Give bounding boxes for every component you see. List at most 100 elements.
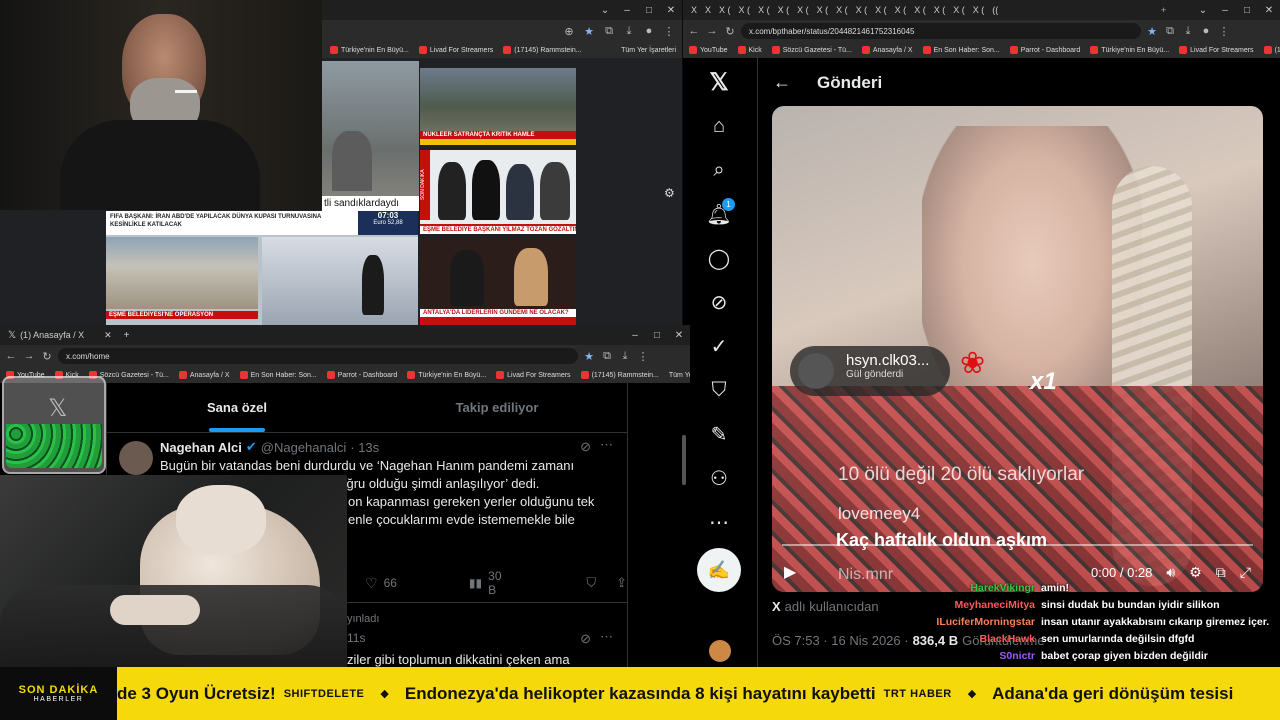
bookmark-item[interactable]: En Son Haber: Son...: [239, 371, 317, 379]
menu-icon-2[interactable]: ⋮: [662, 25, 676, 38]
views-icon[interactable]: ▮▮: [469, 576, 482, 590]
bookmark-item[interactable]: Sözcü Gazetesi - Tü...: [771, 46, 852, 54]
tweet-more-icon[interactable]: ⋯: [600, 437, 613, 453]
tweet-handle[interactable]: @Nagehanalci: [261, 440, 346, 455]
download-icon-3[interactable]: ⤓: [618, 350, 632, 363]
browser-tab[interactable]: X (: [910, 0, 930, 20]
new-tab-button[interactable]: +: [1157, 0, 1170, 20]
volume-icon[interactable]: 🔊︎: [1166, 564, 1175, 581]
bookmark-item[interactable]: Parrot - Dashboard: [1009, 46, 1080, 54]
extensions-icon[interactable]: ⧉: [1163, 25, 1177, 38]
back-icon[interactable]: ←: [687, 25, 701, 37]
browser-tab[interactable]: X (: [949, 0, 969, 20]
home-icon[interactable]: ⌂: [701, 108, 737, 144]
browser-tab[interactable]: X (: [930, 0, 950, 20]
all-bookmarks-folder[interactable]: Tüm Yer İşaretleri: [621, 47, 682, 54]
account-avatar[interactable]: [709, 640, 731, 662]
chat-username[interactable]: MeyhaneciMitya: [925, 599, 1035, 611]
back-icon-3[interactable]: ←: [4, 350, 18, 362]
star-icon-2[interactable]: ★: [582, 25, 596, 38]
chat-username[interactable]: BlackHawk: [925, 633, 1035, 645]
bookmark-item[interactable]: En Son Haber: Son...: [922, 46, 1000, 54]
bookmark-item[interactable]: (17145) Rammstein...: [1263, 46, 1280, 54]
fullscreen-icon[interactable]: ⤢: [1240, 564, 1251, 581]
left-tab-title[interactable]: (1) Anasayfa / X: [20, 330, 84, 340]
maximize-icon[interactable]: □: [1236, 5, 1258, 16]
bookmark-item[interactable]: Livad For Streamers: [496, 371, 571, 379]
bookmark-item[interactable]: Livad For Streamers: [418, 46, 493, 54]
browser-tab[interactable]: X (: [891, 0, 911, 20]
profile-icon-2[interactable]: ●: [642, 25, 656, 37]
grok-icon[interactable]: ⊘: [701, 284, 737, 320]
bookmark-item[interactable]: Livad For Streamers: [1179, 46, 1254, 54]
browser-tab[interactable]: X (: [969, 0, 989, 20]
browser-tab[interactable]: X (: [871, 0, 891, 20]
bookmark-icon[interactable]: ⛉: [586, 575, 596, 591]
chat-username[interactable]: S0nictr: [925, 650, 1035, 662]
bookmark-item[interactable]: Türkiye'nin En Büyü...: [330, 46, 409, 54]
reload-icon-3[interactable]: ↻: [40, 350, 54, 363]
bookmark-item[interactable]: Kick: [737, 46, 762, 54]
menu-icon[interactable]: ⋮: [1217, 25, 1231, 38]
settings-gear-icon[interactable]: ⚙: [664, 186, 675, 200]
address-bar-3[interactable]: x.com/home: [58, 348, 578, 364]
bookmark-item[interactable]: Türkiye'nin En Büyü...: [407, 371, 486, 379]
tab-for-you[interactable]: Sana özel: [107, 383, 367, 432]
close-icon-3[interactable]: ✕: [668, 330, 690, 341]
settings-icon[interactable]: ⚙: [1189, 564, 1202, 581]
chat-username[interactable]: ILuciferMorningstar: [925, 616, 1035, 628]
browser-tab[interactable]: X (: [832, 0, 852, 20]
star-icon-3[interactable]: ★: [582, 350, 596, 363]
minimize-icon[interactable]: –: [1214, 5, 1236, 16]
browser-tab[interactable]: X (: [793, 0, 813, 20]
browser-tab[interactable]: X (: [813, 0, 833, 20]
bookmark-item[interactable]: YouTube: [689, 46, 728, 54]
browser-tab[interactable]: X: [687, 0, 701, 20]
extensions-icon-3[interactable]: ⧉: [600, 350, 614, 363]
bookmarks-icon[interactable]: ⛉: [701, 372, 737, 408]
window-menu-icon[interactable]: ⌄: [1192, 5, 1214, 16]
browser-tab[interactable]: X: [701, 0, 715, 20]
forward-icon-3[interactable]: →: [22, 350, 36, 362]
browser-tab[interactable]: X (: [774, 0, 794, 20]
more-icon[interactable]: ⋯: [701, 504, 737, 540]
extensions-icon-2[interactable]: ⧉: [602, 25, 616, 38]
verified-icon[interactable]: ✓: [701, 328, 737, 364]
left-new-tab[interactable]: +: [124, 330, 130, 341]
grok-tweet2-icon[interactable]: ⊘: [580, 631, 591, 647]
search-icon[interactable]: ⌕: [701, 152, 737, 188]
pip-icon[interactable]: ⧉: [1216, 564, 1226, 581]
browser-tab[interactable]: X (: [852, 0, 872, 20]
star-icon[interactable]: ★: [1145, 25, 1159, 38]
bookmark-item[interactable]: (17145) Rammstein...: [503, 46, 582, 54]
download-icon[interactable]: ⤓: [1181, 25, 1195, 38]
menu-icon-3[interactable]: ⋮: [636, 350, 650, 363]
x-logo-icon[interactable]: 𝕏: [701, 64, 737, 100]
play-icon[interactable]: ▶: [784, 562, 796, 582]
back-arrow-icon[interactable]: ←: [773, 72, 791, 93]
articles-icon[interactable]: ✎: [701, 416, 737, 452]
notifications-icon[interactable]: 🔔︎ 1: [701, 196, 737, 232]
video-progress-track[interactable]: [782, 544, 1253, 546]
bookmark-item[interactable]: Parrot - Dashboard: [326, 371, 397, 379]
tweet2-more-icon[interactable]: ⋯: [600, 629, 613, 645]
address-bar[interactable]: x.com/bpthaber/status/204482146175231604…: [741, 23, 1141, 39]
tweet-avatar[interactable]: [119, 441, 153, 475]
reload-icon[interactable]: ↻: [723, 25, 737, 38]
maximize-icon-3[interactable]: □: [646, 330, 668, 341]
profile-icon[interactable]: ⚇: [701, 460, 737, 496]
browser-tab[interactable]: X (: [754, 0, 774, 20]
close-icon-2[interactable]: ✕: [660, 5, 682, 16]
tweet-author-name[interactable]: Nagehan Alci: [160, 440, 242, 455]
tab-following[interactable]: Takip ediliyor: [367, 383, 627, 432]
window-menu-icon-2[interactable]: ⌄: [594, 5, 616, 16]
close-icon[interactable]: ✕: [1258, 5, 1280, 16]
all-bookmarks-folder[interactable]: Tüm Yer İşaretleri: [669, 372, 690, 379]
minimize-icon-3[interactable]: –: [624, 330, 646, 341]
left-tab-close[interactable]: ✕: [104, 330, 112, 341]
bookmark-item[interactable]: Türkiye'nin En Büyü...: [1090, 46, 1169, 54]
browser-tab[interactable]: ((: [988, 0, 1002, 20]
bookmark-item[interactable]: (17145) Rammstein...: [580, 371, 659, 379]
minimize-icon-2[interactable]: –: [616, 5, 638, 16]
browser-tab[interactable]: X (: [735, 0, 755, 20]
